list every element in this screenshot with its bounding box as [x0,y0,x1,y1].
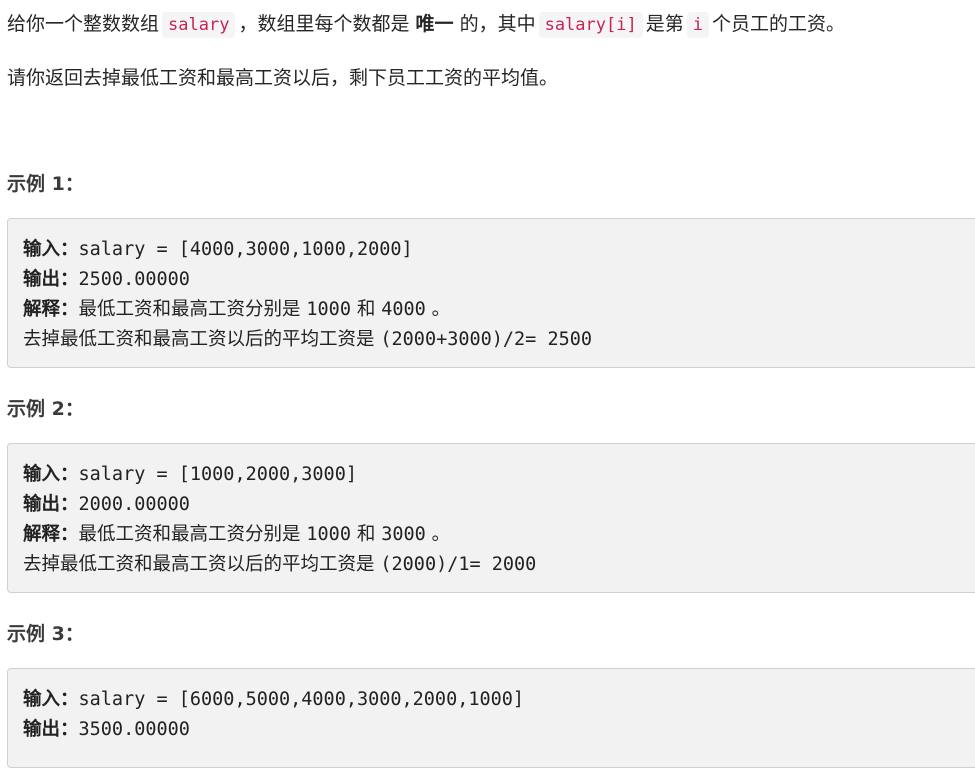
inline-code-salary-i: salary[i] [538,12,643,38]
explanation-and: 和 [350,524,382,545]
input-value: salary = [1000,2000,3000] [78,464,357,485]
explanation-value-min: 1000 [306,524,351,545]
example-1-title: 示例 1： [7,173,84,195]
explanation-label: 解释： [23,299,79,320]
explanation-value-max: 4000 [381,299,426,320]
example-1-input: 输入：salary = [4000,3000,1000,2000] [23,235,975,265]
example-2-block: 输入：salary = [1000,2000,3000] 输出：2000.000… [7,443,975,593]
explanation-text: 最低工资和最高工资分别是 [78,524,307,545]
example-3-block: 输入：salary = [6000,5000,4000,3000,2000,10… [7,668,975,768]
statement-text: ，数组里每个数都是 [238,13,410,35]
explanation-value-min: 1000 [306,299,351,320]
output-label: 输出： [23,494,79,515]
example-2-title: 示例 2： [7,398,84,420]
output-value: 3500.00000 [78,719,190,740]
explanation-text: 最低工资和最高工资分别是 [78,299,307,320]
explanation-text: 去掉最低工资和最高工资以后的平均工资是 [23,329,381,350]
input-label: 输入： [23,239,79,260]
output-label: 输出： [23,719,79,740]
statement-text: 个员工的工资。 [711,13,845,35]
explanation-end: 。 [425,524,451,545]
explanation-and: 和 [350,299,382,320]
explanation-expression: (2000)/1= 2000 [380,554,537,575]
explanation-expression: (2000+3000)/2= 2500 [380,329,593,350]
example-3-input: 输入：salary = [6000,5000,4000,3000,2000,10… [23,685,975,715]
problem-statement-line-2: 请你返回去掉最低工资和最高工资以后，剩下员工工资的平均值。 [7,67,559,89]
statement-text: 的，其中 [459,13,536,35]
example-2-explanation: 解释：最低工资和最高工资分别是 1000 和 3000 。 [23,520,975,550]
output-value: 2500.00000 [78,269,190,290]
example-1-block: 输入：salary = [4000,3000,1000,2000] 输出：250… [7,218,975,368]
explanation-label: 解释： [23,524,79,545]
input-label: 输入： [23,464,79,485]
explanation-value-max: 3000 [381,524,426,545]
emphasis-unique: 唯一 [415,13,454,35]
example-1-output: 输出：2500.00000 [23,265,975,295]
output-label: 输出： [23,269,79,290]
inline-code-i: i [686,12,709,38]
input-value: salary = [4000,3000,1000,2000] [78,239,413,260]
inline-code-salary: salary [162,12,236,38]
input-value: salary = [6000,5000,4000,3000,2000,1000] [78,689,525,710]
example-2-explanation-2: 去掉最低工资和最高工资以后的平均工资是 (2000)/1= 2000 [23,550,975,580]
explanation-text: 去掉最低工资和最高工资以后的平均工资是 [23,554,381,575]
example-2-output: 输出：2000.00000 [23,490,975,520]
statement-text: 是第 [645,13,684,35]
input-label: 输入： [23,689,79,710]
problem-statement-line-1: 给你一个整数数组 salary ，数组里每个数都是 唯一 的，其中 salary[i]… [7,10,845,39]
example-3-output: 输出：3500.00000 [23,715,975,745]
example-1-explanation: 解释：最低工资和最高工资分别是 1000 和 4000 。 [23,295,975,325]
output-value: 2000.00000 [78,494,190,515]
example-1-explanation-2: 去掉最低工资和最高工资以后的平均工资是 (2000+3000)/2= 2500 [23,325,975,355]
example-3-title: 示例 3： [7,623,84,645]
explanation-end: 。 [425,299,451,320]
example-2-input: 输入：salary = [1000,2000,3000] [23,460,975,490]
statement-text: 给你一个整数数组 [7,13,160,35]
